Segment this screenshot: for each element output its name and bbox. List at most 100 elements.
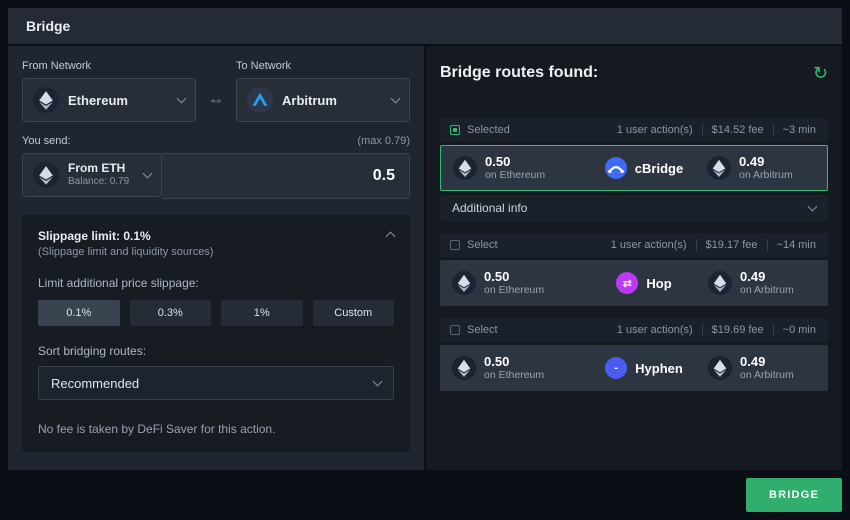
route-to-network: on Arbitrum: [739, 169, 793, 181]
ethereum-icon: [707, 156, 731, 180]
route-time: ~3 min: [773, 124, 818, 136]
route-select-label: Select: [467, 324, 498, 336]
token-texts: From ETH Balance: 0.79: [68, 162, 135, 187]
route-time: ~14 min: [767, 239, 818, 251]
route-to-amount: 0.49: [739, 155, 793, 170]
to-network-group: To Network Arbitrum: [236, 60, 410, 122]
chevron-down-icon: [373, 377, 383, 387]
chevron-up-icon: [386, 232, 396, 242]
route-bridge-name: Hop: [646, 276, 671, 291]
ethereum-icon: [452, 271, 476, 295]
to-network-value: Arbitrum: [282, 93, 383, 108]
route-checkbox[interactable]: [450, 325, 460, 335]
route-row[interactable]: 0.50 on Ethereum ⇄ Hop: [440, 260, 828, 306]
route-row[interactable]: 0.50 on Ethereum cBridge: [440, 145, 828, 191]
ethereum-icon: [452, 356, 476, 380]
additional-info-toggle[interactable]: Additional info: [440, 195, 828, 221]
page-title: Bridge: [26, 18, 70, 34]
routes-title: Bridge routes found:: [440, 64, 598, 82]
from-network-value: Ethereum: [68, 93, 169, 108]
route-to: 0.49 on Arbitrum: [707, 155, 815, 182]
refresh-icon[interactable]: ↻: [813, 64, 828, 82]
route-from-amount: 0.50: [484, 355, 544, 370]
route-from-network: on Ethereum: [484, 284, 544, 296]
bridge-button[interactable]: BRIDGE: [746, 478, 842, 512]
slippage-option-custom[interactable]: Custom: [313, 300, 395, 326]
route-to: 0.49 on Arbitrum: [708, 270, 816, 297]
bridge-app: Bridge From Network Ethereum ⇔: [0, 0, 850, 520]
route-to-amount: 0.49: [740, 355, 794, 370]
sort-routes-label: Sort bridging routes:: [38, 344, 394, 358]
route-cbridge: Selected 1 user action(s) $14.52 fee ~3 …: [440, 118, 828, 221]
route-from-network: on Ethereum: [485, 169, 545, 181]
eth-token-icon: [33, 162, 59, 188]
route-hop: Select 1 user action(s) $19.17 fee ~14 m…: [440, 233, 828, 306]
ethereum-icon: [708, 271, 732, 295]
route-select-header[interactable]: Select 1 user action(s) $19.69 fee ~0 mi…: [440, 318, 828, 342]
route-meta: 1 user action(s) $14.52 fee ~3 min: [608, 124, 818, 136]
route-to: 0.49 on Arbitrum: [708, 355, 816, 382]
route-hyphen: Select 1 user action(s) $19.69 fee ~0 mi…: [440, 318, 828, 391]
route-from-texts: 0.50 on Ethereum: [484, 355, 544, 382]
route-to-texts: 0.49 on Arbitrum: [740, 355, 794, 382]
sort-routes-select[interactable]: Recommended: [38, 366, 394, 400]
route-from-amount: 0.50: [485, 155, 545, 170]
amount-input[interactable]: [162, 153, 410, 199]
swap-arrows-icon: ⇔: [208, 90, 225, 110]
slippage-title: Slippage limit: 0.1%: [38, 229, 213, 243]
fee-note: No fee is taken by DeFi Saver for this a…: [38, 422, 394, 436]
route-to-amount: 0.49: [740, 270, 794, 285]
route-row[interactable]: 0.50 on Ethereum - Hyphen: [440, 345, 828, 391]
footer: BRIDGE: [8, 470, 842, 512]
slippage-option-0.3[interactable]: 0.3%: [130, 300, 212, 326]
route-to-network: on Arbitrum: [740, 369, 794, 381]
route-bridge: ⇄ Hop: [580, 272, 708, 294]
slippage-subtitle: (Slippage limit and liquidity sources): [38, 246, 213, 258]
route-select-header[interactable]: Selected 1 user action(s) $14.52 fee ~3 …: [440, 118, 828, 142]
routes-title-row: Bridge routes found: ↻: [440, 64, 828, 82]
route-from-texts: 0.50 on Ethereum: [484, 270, 544, 297]
slippage-option-1[interactable]: 1%: [221, 300, 303, 326]
max-amount-note: (max 0.79): [357, 135, 410, 147]
you-send-row: You send: (max 0.79): [22, 135, 410, 147]
slippage-header-texts: Slippage limit: 0.1% (Slippage limit and…: [38, 229, 213, 258]
slippage-panel: Slippage limit: 0.1% (Slippage limit and…: [22, 215, 410, 452]
from-network-select[interactable]: Ethereum: [22, 78, 196, 122]
route-fee: $19.69 fee: [702, 324, 773, 336]
token-select[interactable]: From ETH Balance: 0.79: [22, 153, 162, 197]
route-user-actions: 1 user action(s): [608, 324, 702, 336]
route-select-header[interactable]: Select 1 user action(s) $19.17 fee ~14 m…: [440, 233, 828, 257]
to-network-select[interactable]: Arbitrum: [236, 78, 410, 122]
network-row: From Network Ethereum ⇔ To Network: [22, 60, 410, 122]
route-bridge-name: Hyphen: [635, 361, 683, 376]
route-from: 0.50 on Ethereum: [453, 155, 581, 182]
slippage-option-0.1[interactable]: 0.1%: [38, 300, 120, 326]
from-network-label: From Network: [22, 60, 196, 72]
chevron-down-icon: [177, 94, 187, 104]
route-to-texts: 0.49 on Arbitrum: [740, 270, 794, 297]
route-bridge: - Hyphen: [580, 357, 708, 379]
arbitrum-icon: [247, 87, 273, 113]
bridge-form-panel: From Network Ethereum ⇔ To Network: [8, 46, 424, 470]
slippage-options: 0.1% 0.3% 1% Custom: [38, 300, 394, 326]
chevron-down-icon: [143, 169, 153, 179]
route-bridge-name: cBridge: [635, 161, 683, 176]
ethereum-icon: [708, 356, 732, 380]
hyphen-icon: -: [605, 357, 627, 379]
route-bridge: cBridge: [581, 157, 707, 179]
you-send-label: You send:: [22, 135, 71, 147]
route-fee: $14.52 fee: [702, 124, 773, 136]
route-from: 0.50 on Ethereum: [452, 270, 580, 297]
slippage-header[interactable]: Slippage limit: 0.1% (Slippage limit and…: [38, 229, 394, 258]
route-checkbox[interactable]: [450, 240, 460, 250]
ethereum-icon: [33, 87, 59, 113]
route-select-label: Select: [467, 239, 498, 251]
routes-panel: Bridge routes found: ↻ Selected 1 user a…: [426, 46, 842, 470]
route-meta: 1 user action(s) $19.17 fee ~14 min: [602, 239, 818, 251]
route-checkbox-checked[interactable]: [450, 125, 460, 135]
chevron-down-icon: [391, 94, 401, 104]
slippage-prompt: Limit additional price slippage:: [38, 276, 394, 290]
token-name: From ETH: [68, 162, 135, 176]
route-fee: $19.17 fee: [696, 239, 767, 251]
swap-networks-button[interactable]: ⇔: [196, 60, 236, 122]
